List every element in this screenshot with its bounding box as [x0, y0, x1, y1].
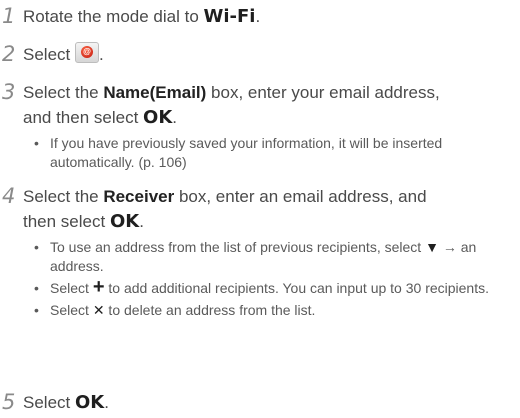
step-3-notes: If you have previously saved your inform… [34, 134, 510, 175]
step-text-pre: Select the [23, 83, 104, 102]
step-text-pre: Select [23, 45, 75, 64]
ok-key-label: OK [74, 392, 105, 413]
step-text-line-2: and then select OK. [23, 105, 177, 130]
note-text: To use an address from the list of previ… [50, 239, 426, 255]
step-text-line-1: Select the Receiver box, enter an email … [23, 184, 427, 209]
step-text-post: . [172, 108, 178, 127]
step-text-pre: then select [23, 212, 110, 231]
name-email-box-label: Name(Email) [103, 83, 207, 102]
step-text-pre: and then select [23, 108, 144, 127]
step-text-post: . [255, 7, 261, 26]
step-text-pre: Select [23, 393, 75, 412]
step-text-line-2: then select OK. [23, 209, 144, 234]
receiver-box-label: Receiver [103, 187, 175, 206]
ok-key-label: OK [109, 211, 140, 232]
wifi-mode-label: Wi-Fi [203, 6, 256, 27]
step-number: 4 [2, 184, 16, 208]
down-arrow-icon: ▼ [425, 239, 439, 255]
note-text: to delete an address from the list. [104, 302, 316, 318]
step-text-pre: Select the [23, 187, 104, 206]
step-number: 2 [2, 42, 16, 66]
note-item: If you have previously saved your inform… [34, 134, 510, 172]
note-text: to add additional recipients. You can in… [104, 280, 489, 296]
note-text: Select [50, 302, 93, 318]
step-text: Rotate the mode dial to Wi-Fi. [23, 4, 260, 29]
step-text-post: . [104, 393, 109, 412]
step-text-post: . [98, 45, 104, 64]
note-item: Select + to add additional recipients. Y… [34, 276, 510, 298]
email-icon: @ [74, 42, 99, 63]
note-text: Select [50, 280, 93, 296]
step-text-pre: Rotate the mode dial to [23, 7, 204, 26]
step-number: 5 [2, 390, 16, 414]
step-text: Select @. [23, 42, 104, 67]
step-text-line-1: Select the Name(Email) box, enter your e… [23, 80, 440, 105]
step-number: 1 [2, 4, 16, 28]
step-text: Select OK. [23, 390, 109, 415]
note-item: To use an address from the list of previ… [34, 238, 510, 276]
step-text-post: . [139, 212, 144, 231]
step-number: 3 [2, 80, 16, 104]
close-icon: ✕ [92, 302, 105, 318]
ok-key-label: OK [143, 107, 173, 128]
plus-icon: + [92, 276, 105, 298]
step-text-post: box, enter your email address, [206, 83, 440, 102]
step-4-notes: To use an address from the list of previ… [34, 238, 510, 323]
note-item: Select ✕ to delete an address from the l… [34, 301, 510, 320]
step-text-post: box, enter an email address, and [174, 187, 427, 206]
